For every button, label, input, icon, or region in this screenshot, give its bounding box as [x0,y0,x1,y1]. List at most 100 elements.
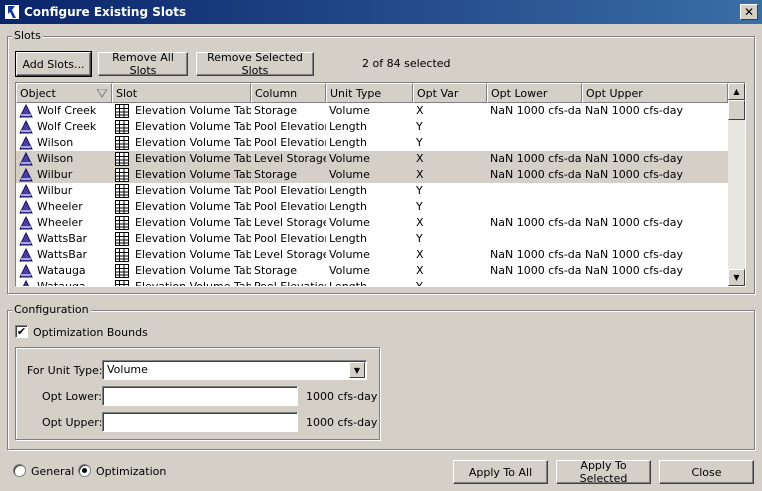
cell-text: Elevation Volume Table [135,264,251,277]
cell-text: Wheeler [37,216,83,229]
cell-upper [582,199,728,215]
cell-object: Wolf Creek [16,119,112,135]
cell-unit: Volume [326,215,413,231]
table-row[interactable]: Wilson Elevation Volume Table Pool Elevati… [16,135,728,151]
apply-to-selected-button[interactable]: Apply To Selected [556,459,651,485]
table-row[interactable]: Wheeler Elevation Volume Table Pool Elevat… [16,199,728,215]
table-slot-icon [115,136,129,150]
column-header-opt-var[interactable]: Opt Var [413,83,487,103]
scroll-thumb[interactable] [728,100,745,120]
add-slots-button[interactable]: Add Slots... [15,51,92,77]
remove-all-slots-button[interactable]: Remove All Slots [98,51,188,77]
window-close-button[interactable]: ✕ [740,4,758,20]
table-row[interactable]: WattsBar Elevation Volume Table Pool Eleva… [16,231,728,247]
cell-text: NaN 1000 cfs-day [585,264,684,277]
cell-optvar: X [413,103,487,119]
cell-optvar: Y [413,231,487,247]
chevron-down-icon[interactable]: ▼ [349,362,365,378]
column-header-column[interactable]: Column [251,83,326,103]
slots-table[interactable]: Object Slot Column Unit Type Opt Var Opt… [15,82,746,287]
cell-object: WattsBar [16,247,112,263]
reservoir-object-icon [19,135,33,150]
cell-object: Wilson [16,151,112,167]
unit-type-selected: Volume [107,363,148,376]
cell-text: Length [329,184,367,197]
cell-text: Y [416,280,423,287]
column-header-opt-lower[interactable]: Opt Lower [487,83,582,103]
apply-to-all-button[interactable]: Apply To All [453,460,548,484]
cell-text: Volume [329,168,370,181]
table-row[interactable]: Watauga Elevation Volume Table Pool Elevat… [16,279,728,287]
radio-optimization[interactable] [78,464,91,477]
cell-text: X [416,216,424,229]
radio-general[interactable] [13,464,26,477]
cell-unit: Length [326,119,413,135]
cell-text: Watauga [37,264,86,277]
cell-lower: NaN 1000 cfs-day [487,247,582,263]
reservoir-object-icon [19,151,33,166]
cell-object: Wilbur [16,167,112,183]
cell-slot: Elevation Volume Table [112,135,251,151]
cell-text: NaN 1000 cfs-day [490,248,582,261]
column-header-unit-type[interactable]: Unit Type [326,83,413,103]
cell-text: NaN 1000 cfs-day [585,152,684,165]
remove-selected-slots-button[interactable]: Remove Selected Slots [196,51,314,77]
slots-group-label: Slots [12,29,43,42]
cell-object: WattsBar [16,231,112,247]
cell-text: Elevation Volume Table [135,248,251,261]
table-row[interactable]: Wolf Creek Elevation Volume Table Storage V… [16,103,728,119]
cell-text: Volume [329,248,370,261]
scroll-down-button[interactable]: ▼ [728,269,745,286]
reservoir-object-icon [19,231,33,246]
cell-column: Storage [251,103,326,119]
unit-type-label: For Unit Type: [27,364,103,377]
cell-upper: NaN 1000 cfs-day [582,167,728,183]
table-row[interactable]: Wilbur Elevation Volume Table Pool Elevati… [16,183,728,199]
column-header-slot[interactable]: Slot [112,83,251,103]
cell-optvar: Y [413,135,487,151]
opt-upper-input[interactable] [102,412,298,432]
cell-optvar: Y [413,199,487,215]
cell-text: Y [416,136,423,149]
table-row[interactable]: Wheeler Elevation Volume Table Level Stora… [16,215,728,231]
cell-column: Level Storage [251,247,326,263]
cell-text: X [416,248,424,261]
cell-text: Elevation Volume Table [135,104,251,117]
table-row[interactable]: Watauga Elevation Volume Table Storage Volu… [16,263,728,279]
cell-column: Level Storage [251,215,326,231]
sort-descending-icon [96,88,108,101]
cell-lower: NaN 1000 cfs-day [487,215,582,231]
reservoir-object-icon [19,199,33,214]
table-row[interactable]: Wilbur Elevation Volume Table Storage Volum… [16,167,728,183]
reservoir-object-icon [19,183,33,198]
cell-upper [582,119,728,135]
cell-text: Elevation Volume Table [135,280,251,287]
cell-text: Y [416,120,423,133]
cell-column: Pool Elevation [251,183,326,199]
cell-text: Y [416,184,423,197]
cell-text: Pool Elevation [254,200,326,213]
table-vertical-scrollbar[interactable]: ▲ ▼ [728,83,745,286]
cell-text: NaN 1000 cfs-day [585,168,684,181]
cell-text: NaN 1000 cfs-day [490,168,582,181]
title-bar: Configure Existing Slots ✕ [0,0,762,24]
optimization-bounds-checkbox[interactable]: ✔ [15,325,28,338]
cell-slot: Elevation Volume Table [112,183,251,199]
opt-lower-input[interactable] [102,386,298,406]
column-header-opt-upper[interactable]: Opt Upper [582,83,728,103]
unit-type-select[interactable]: Volume ▼ [102,360,367,380]
cell-slot: Elevation Volume Table [112,103,251,119]
close-button[interactable]: Close [659,460,754,484]
cell-object: Watauga [16,279,112,286]
cell-upper: NaN 1000 cfs-day [582,151,728,167]
scroll-up-button[interactable]: ▲ [728,83,745,100]
table-row[interactable]: Wilson Elevation Volume Table Level Storag… [16,151,728,167]
cell-text: Wolf Creek [37,120,97,133]
cell-upper [582,135,728,151]
table-row[interactable]: WattsBar Elevation Volume Table Level Stor… [16,247,728,263]
column-header-object[interactable]: Object [16,83,112,103]
table-slot-icon [115,264,129,278]
table-row[interactable]: Wolf Creek Elevation Volume Table Pool Ele… [16,119,728,135]
selection-status: 2 of 84 selected [362,57,451,70]
cell-text: Length [329,136,367,149]
